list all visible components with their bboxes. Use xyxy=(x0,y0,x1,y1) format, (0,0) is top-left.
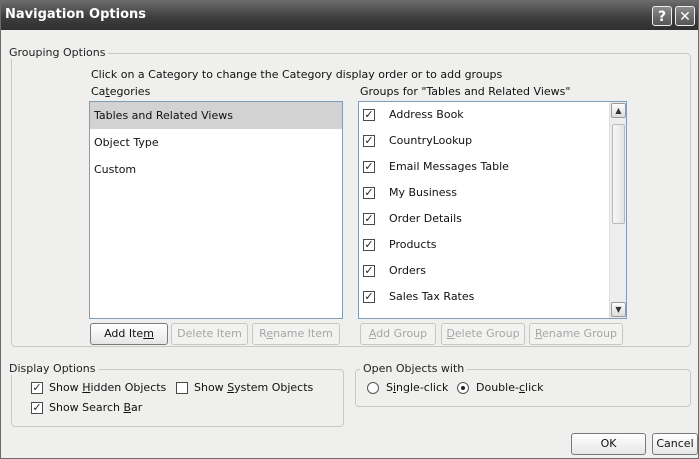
show-system-objects-label: Show System Objects xyxy=(194,381,314,394)
group-item[interactable]: ✓ Email Messages Table xyxy=(359,154,626,180)
show-search-bar-checkbox[interactable]: ✓ xyxy=(31,402,43,414)
group-item[interactable]: ✓ Order Details xyxy=(359,206,626,232)
checkbox-checked-icon[interactable]: ✓ xyxy=(363,291,375,303)
ok-button[interactable]: OK xyxy=(571,433,646,455)
display-options-legend: Display Options xyxy=(6,362,99,375)
dialog-title: Navigation Options xyxy=(5,7,146,22)
grouping-instruction: Click on a Category to change the Catego… xyxy=(91,68,503,81)
close-button[interactable]: ✕ xyxy=(675,6,695,26)
delete-group-button[interactable]: Delete Group xyxy=(441,323,525,345)
checkbox-checked-icon[interactable]: ✓ xyxy=(363,239,375,251)
radio-selected-dot-icon xyxy=(461,386,465,390)
group-item[interactable]: ✓ Orders xyxy=(359,258,626,284)
title-bar[interactable]: Navigation Options ? ✕ xyxy=(1,1,698,30)
group-item[interactable]: ✓ Sales Tax Rates xyxy=(359,284,626,310)
help-button[interactable]: ? xyxy=(652,6,672,26)
cancel-button[interactable]: Cancel xyxy=(652,433,698,455)
single-click-radio[interactable] xyxy=(367,382,379,394)
groups-list[interactable]: ✓ Address Book ✓ CountryLookup ✓ Email Mess… xyxy=(358,101,627,319)
scroll-down-arrow-icon[interactable]: ▼ xyxy=(611,302,626,317)
group-item[interactable]: ✓ CountryLookup xyxy=(359,128,626,154)
show-search-bar-label: Show Search Bar xyxy=(49,401,143,414)
delete-item-button[interactable]: Delete Item xyxy=(171,323,248,345)
checkbox-checked-icon[interactable]: ✓ xyxy=(363,109,375,121)
categories-list[interactable]: Tables and Related Views Object Type Cus… xyxy=(89,101,343,319)
show-hidden-objects-label: Show Hidden Objects xyxy=(49,381,167,394)
category-item[interactable]: Object Type xyxy=(90,129,342,156)
group-item[interactable]: ✓ My Business xyxy=(359,180,626,206)
group-item-label: My Business xyxy=(389,186,458,199)
checkbox-checked-icon[interactable]: ✓ xyxy=(363,187,375,199)
group-item-label: Products xyxy=(389,238,437,251)
category-item[interactable]: Tables and Related Views xyxy=(90,102,342,129)
group-item[interactable]: ✓ Address Book xyxy=(359,102,626,128)
checkbox-checked-icon[interactable]: ✓ xyxy=(363,135,375,147)
group-item-label: CountryLookup xyxy=(389,134,473,147)
grouping-options-legend: Grouping Options xyxy=(6,46,109,59)
group-item-label: Orders xyxy=(389,264,426,277)
group-item-label: Email Messages Table xyxy=(389,160,509,173)
open-objects-legend: Open Objects with xyxy=(360,362,468,375)
group-item-label: Order Details xyxy=(389,212,462,225)
navigation-options-dialog: Navigation Options ? ✕ Grouping Options … xyxy=(0,0,699,459)
group-item[interactable]: ✓ Products xyxy=(359,232,626,258)
show-system-objects-checkbox[interactable] xyxy=(176,382,188,394)
double-click-label: Double-click xyxy=(476,381,544,394)
scroll-thumb[interactable] xyxy=(612,124,625,224)
checkbox-checked-icon[interactable]: ✓ xyxy=(363,161,375,173)
checkbox-checked-icon[interactable]: ✓ xyxy=(363,265,375,277)
single-click-label: Single-click xyxy=(386,381,449,394)
groups-header: Groups for "Tables and Related Views" xyxy=(360,85,571,98)
rename-item-button[interactable]: Rename Item xyxy=(252,323,340,345)
rename-group-button[interactable]: Rename Group xyxy=(529,323,623,345)
category-item[interactable]: Custom xyxy=(90,156,342,183)
categories-header: Categories xyxy=(91,85,151,98)
groups-scrollbar[interactable]: ▲ ▼ xyxy=(609,102,626,318)
scroll-up-arrow-icon[interactable]: ▲ xyxy=(611,103,626,118)
group-item-label: Address Book xyxy=(389,108,464,121)
add-item-button[interactable]: Add Item xyxy=(90,323,168,345)
group-item-label: Sales Tax Rates xyxy=(389,290,475,303)
checkbox-checked-icon[interactable]: ✓ xyxy=(363,213,375,225)
display-options-group xyxy=(11,369,344,427)
add-group-button[interactable]: Add Group xyxy=(360,323,436,345)
show-hidden-objects-checkbox[interactable]: ✓ xyxy=(31,382,43,394)
double-click-radio[interactable] xyxy=(457,382,469,394)
